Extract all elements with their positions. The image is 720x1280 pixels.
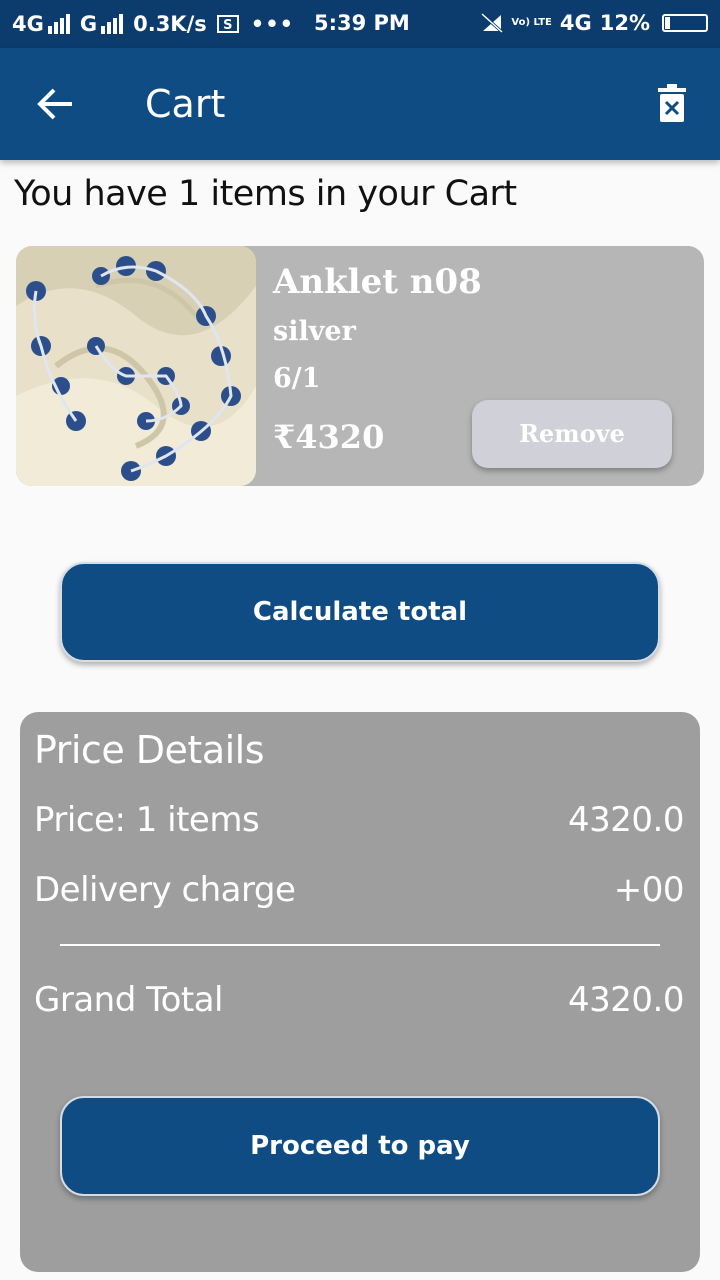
price-label: Price: 1 items	[34, 800, 260, 840]
delivery-label: Delivery charge	[34, 870, 296, 910]
signal-icon-2	[101, 14, 124, 34]
status-left: 4G G 0.3K/s S •••	[12, 12, 294, 36]
remove-button[interactable]: Remove	[472, 400, 672, 468]
no-data-icon	[481, 13, 504, 33]
signal-icon	[47, 14, 70, 34]
delete-icon	[658, 84, 686, 122]
back-button[interactable]	[36, 84, 76, 124]
network-type-1: 4G	[12, 12, 44, 36]
status-right: Vo) LTE 4G 12%	[481, 11, 708, 35]
grand-total-label: Grand Total	[34, 980, 224, 1020]
cart-count-heading: You have 1 items in your Cart	[14, 174, 517, 214]
price-details-title: Price Details	[34, 728, 265, 772]
product-size: 6/1	[273, 363, 321, 394]
clear-cart-button[interactable]	[656, 84, 688, 124]
calculate-total-button[interactable]: Calculate total	[60, 562, 660, 662]
app-bar: Cart	[0, 48, 720, 160]
battery-icon	[662, 14, 708, 32]
product-price: ₹4320	[273, 418, 385, 456]
proceed-to-pay-button[interactable]: Proceed to pay	[60, 1096, 660, 1196]
delivery-value: +00	[613, 870, 685, 910]
grand-total-value: 4320.0	[568, 980, 684, 1020]
price-value: 4320.0	[568, 800, 684, 840]
network-speed: 0.3K/s	[133, 12, 207, 36]
more-notifications-icon: •••	[250, 12, 295, 36]
battery-percent: 12%	[599, 11, 650, 35]
network-type-3: 4G	[559, 11, 592, 35]
status-bar: 4G G 0.3K/s S ••• 5:39 PM Vo) LTE 4G 12%	[0, 0, 720, 48]
screenshot-icon: S	[216, 15, 239, 33]
clock: 5:39 PM	[314, 11, 410, 35]
price-details-panel: Price Details Price: 1 items 4320.0 Deli…	[20, 712, 700, 1272]
arrow-left-icon	[37, 88, 72, 120]
page-title: Cart	[145, 82, 226, 126]
divider	[60, 944, 660, 946]
product-material: silver	[273, 316, 356, 347]
product-name: Anklet n08	[273, 262, 482, 302]
cart-item-card: Anklet n08 silver 6/1 ₹4320 Remove	[16, 246, 704, 486]
volte-icon: Vo) LTE	[511, 17, 552, 28]
network-type-2: G	[79, 12, 98, 36]
product-image	[16, 246, 256, 486]
